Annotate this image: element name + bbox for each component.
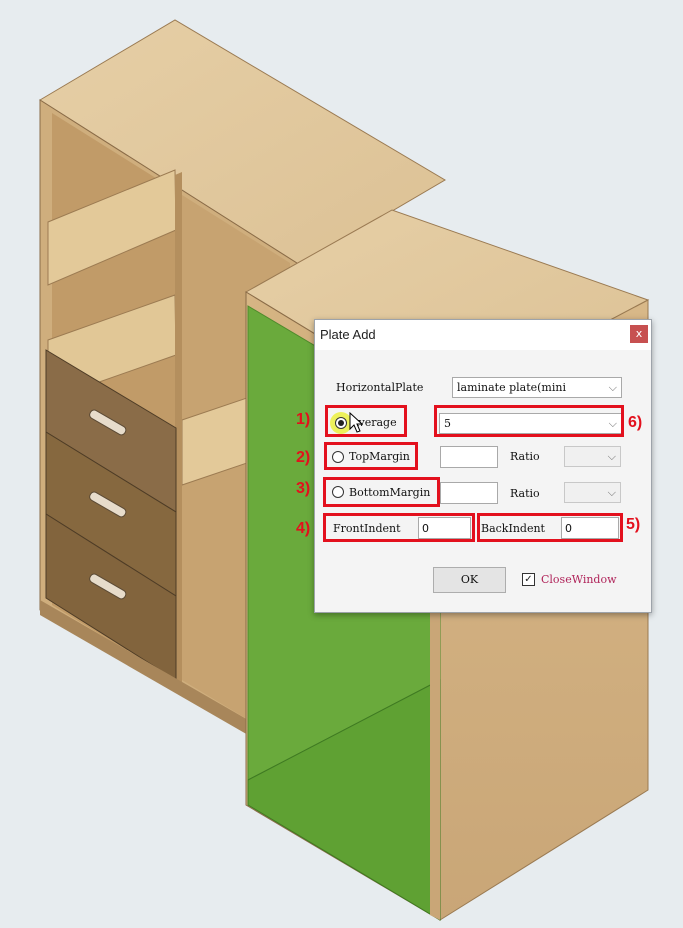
annotation-number-5: 5) <box>626 516 641 533</box>
close-icon[interactable]: x <box>630 325 648 343</box>
annotation-number-3: 3) <box>296 480 311 497</box>
top-ratio-dropdown[interactable]: ⌵ <box>564 446 621 467</box>
chevron-down-icon: ⌵ <box>608 381 617 394</box>
average-count-value: 5 <box>444 417 451 430</box>
horizontal-plate-value: laminate plate(mini <box>457 381 566 394</box>
annotation-number-4: 4) <box>296 520 311 537</box>
close-window-checkbox[interactable]: ✓ <box>522 573 535 586</box>
annotation-number-1: 1) <box>296 411 311 428</box>
front-indent-value: 0 <box>422 522 429 535</box>
top-margin-radio[interactable] <box>332 451 344 463</box>
front-indent-input[interactable]: 0 <box>418 517 471 539</box>
checkmark-icon: ✓ <box>524 574 533 585</box>
top-margin-input[interactable] <box>440 446 498 468</box>
back-indent-value: 0 <box>565 522 572 535</box>
top-margin-label[interactable]: TopMargin <box>349 450 410 463</box>
dialog-titlebar[interactable]: Plate Add x <box>315 320 651 350</box>
back-indent-input[interactable]: 0 <box>561 517 619 539</box>
average-radio[interactable] <box>335 417 347 429</box>
horizontal-plate-label: HorizontalPlate <box>336 381 424 394</box>
close-window-label[interactable]: CloseWindow <box>541 573 617 586</box>
bottom-ratio-dropdown[interactable]: ⌵ <box>564 482 621 503</box>
chevron-down-icon: ⌵ <box>607 486 616 499</box>
bottom-margin-input[interactable] <box>440 482 498 504</box>
annotation-number-6: 6) <box>628 414 643 431</box>
chevron-down-icon: ⌵ <box>607 450 616 463</box>
back-indent-label: BackIndent <box>481 522 545 535</box>
annotation-number-2: 2) <box>296 449 311 466</box>
ratio-label: Ratio <box>510 487 540 500</box>
chevron-down-icon: ⌵ <box>608 417 617 430</box>
mouse-cursor-icon <box>349 412 363 433</box>
front-indent-label: FrontIndent <box>333 522 401 535</box>
horizontal-plate-dropdown[interactable]: laminate plate(mini ⌵ <box>452 377 622 398</box>
ok-button[interactable]: OK <box>433 567 506 593</box>
bottom-margin-radio[interactable] <box>332 486 344 498</box>
average-count-dropdown[interactable]: 5 ⌵ <box>439 413 622 434</box>
bottom-margin-label[interactable]: BottomMargin <box>349 486 430 499</box>
plate-add-dialog: Plate Add x HorizontalPlate laminate pla… <box>314 319 652 613</box>
dialog-title: Plate Add <box>320 327 376 342</box>
ratio-label: Ratio <box>510 450 540 463</box>
